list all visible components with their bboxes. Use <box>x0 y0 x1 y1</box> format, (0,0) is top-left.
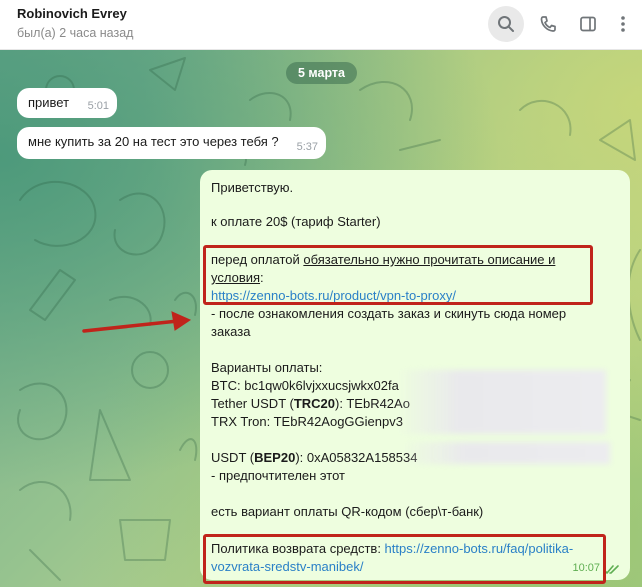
chat-header: Robinovich Evrey был(а) 2 часа назад <box>0 0 642 50</box>
redacted-area <box>402 442 610 464</box>
sidebar-toggle-button[interactable] <box>570 6 606 42</box>
phone-icon <box>540 16 556 32</box>
message-line: Tether USDT (TRC20): TEbR42Ao <box>211 396 410 411</box>
contact-status: был(а) 2 часа назад <box>17 26 134 40</box>
message-text: привет <box>28 95 70 110</box>
message-text: мне купить за 20 на тест это через тебя … <box>28 134 279 149</box>
more-icon <box>621 16 625 32</box>
highlight-box <box>203 534 606 584</box>
incoming-message[interactable]: привет 5:01 <box>17 88 117 118</box>
message-line: Варианты оплаты: <box>211 360 323 375</box>
message-line: заказа <box>211 324 251 339</box>
chat-area[interactable]: 5 марта привет 5:01 мне купить за 20 на … <box>0 50 642 587</box>
message-line: к оплате 20$ (тариф Starter) <box>211 214 381 229</box>
message-line: BTC: bc1qw0k6lvjxxucsjwkx02fa <box>211 378 399 393</box>
message-time: 5:37 <box>296 141 318 153</box>
message-line: Приветствую. <box>211 180 294 195</box>
line-text: USDT ( <box>211 450 255 465</box>
sidebar-icon <box>580 16 596 32</box>
contact-name[interactable]: Robinovich Evrey <box>17 6 127 21</box>
call-button[interactable] <box>530 6 566 42</box>
message-line: - предпочтителен этот <box>211 468 345 483</box>
search-icon <box>498 16 514 32</box>
line-text: ): 0xA05832A158534 <box>295 450 418 465</box>
highlight-box <box>203 245 593 305</box>
message-line: - после ознакомления создать заказ и ски… <box>211 306 567 321</box>
date-chip: 5 марта <box>286 62 358 84</box>
more-button[interactable] <box>605 6 641 42</box>
search-button[interactable] <box>488 6 524 42</box>
incoming-message[interactable]: мне купить за 20 на тест это через тебя … <box>17 127 326 159</box>
redacted-area <box>396 370 606 434</box>
message-line: TRX Tron: TEbR42AogGGienpv3 <box>211 414 403 429</box>
bold-text: BEP20 <box>254 450 296 465</box>
line-text: Tether USDT ( <box>211 396 294 411</box>
bold-text: TRC20 <box>293 396 336 411</box>
message-line: USDT (BEP20): 0xA05832A158534 <box>211 450 417 465</box>
message-line: есть вариант оплаты QR-кодом (сбер\т-бан… <box>211 504 484 519</box>
outgoing-message[interactable]: Приветствую. к оплате 20$ (тариф Starter… <box>200 170 630 580</box>
message-time: 5:01 <box>87 100 109 112</box>
